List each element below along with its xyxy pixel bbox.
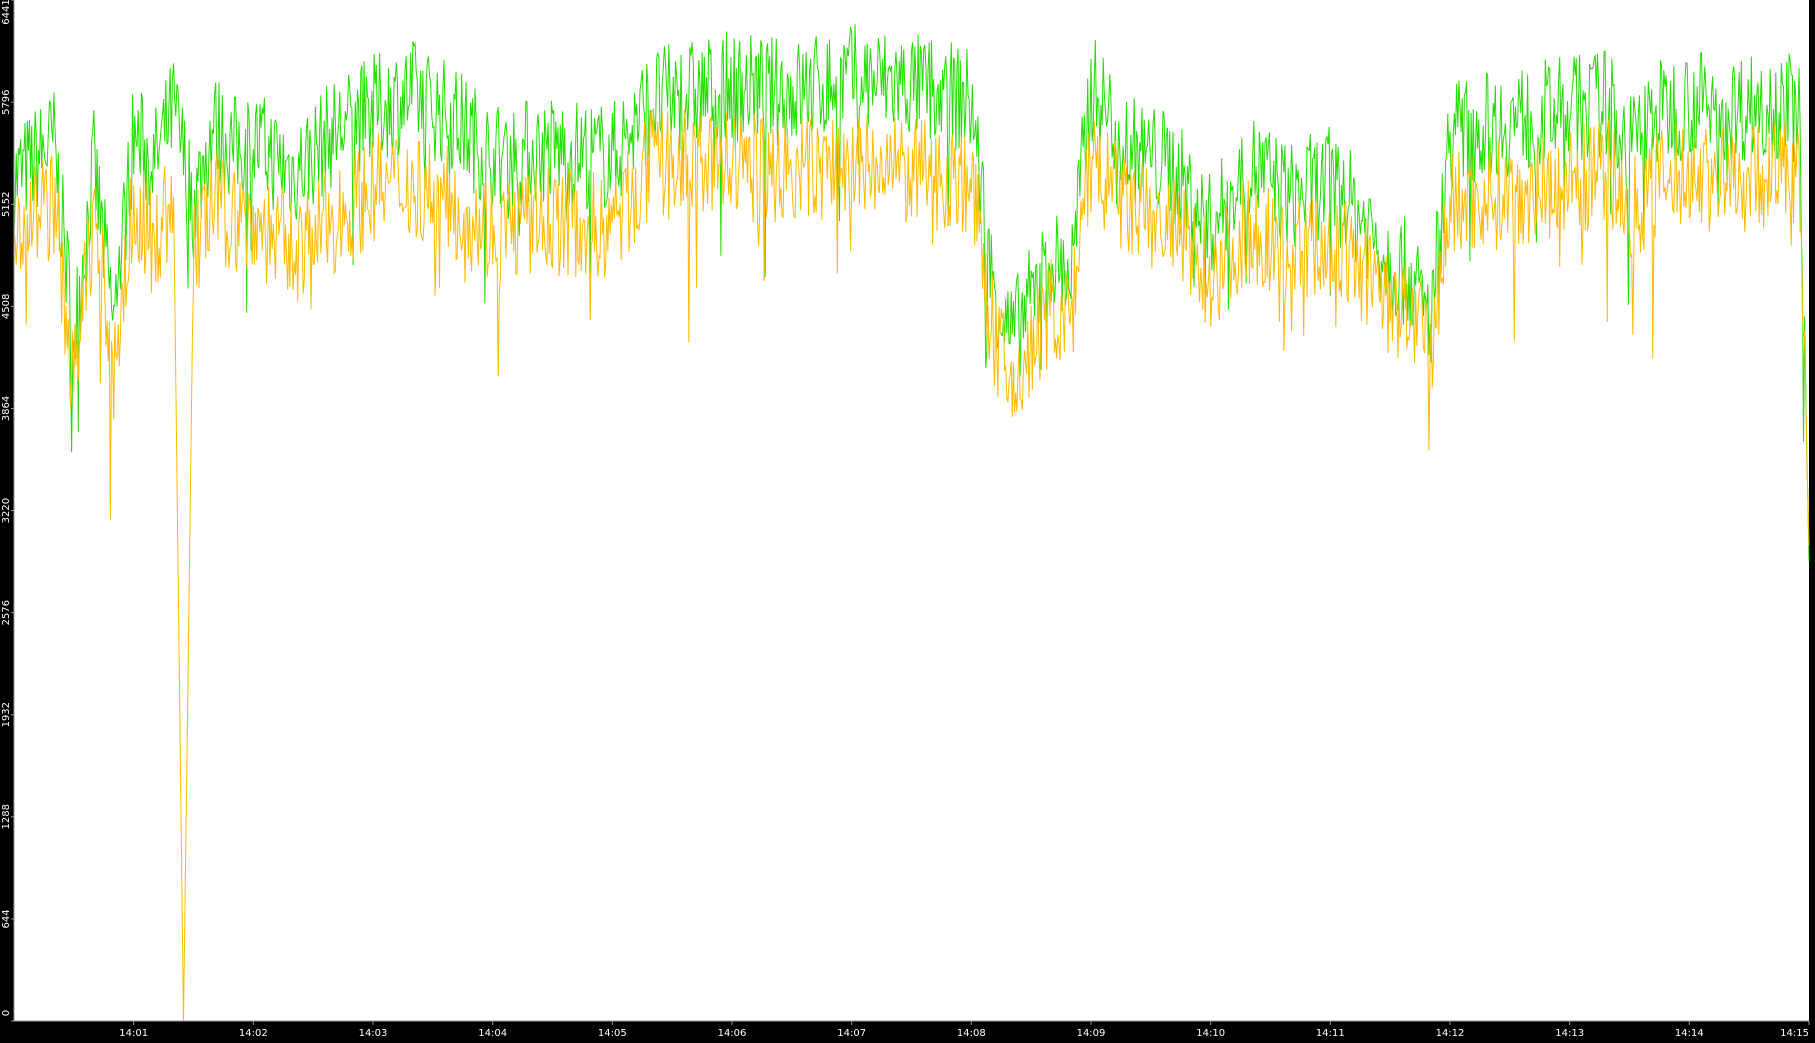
y-tick-label: 2576 (1, 600, 12, 625)
y-tick-label: 3864 (1, 396, 12, 421)
x-tick-label: 14:13 (1555, 1028, 1584, 1039)
y-tick-label: 1288 (1, 804, 12, 829)
y-tick-label: 6441 (1, 0, 12, 25)
x-tick-label: 14:07 (837, 1028, 866, 1039)
x-tick-label: 14:04 (478, 1028, 507, 1039)
x-tick-label: 14:01 (119, 1028, 148, 1039)
y-tick-label: 0 (1, 1010, 12, 1016)
x-axis: 14:01 14:02 14:03 14:04 14:05 14:06 14:07 14:08… (14, 1020, 1810, 1039)
x-tick-label: 14:15 (1780, 1028, 1809, 1039)
y-tick-label: 4508 (1, 294, 12, 319)
x-tick-label: 14:03 (359, 1028, 388, 1039)
chart-root: 0 644 1288 1932 2576 3220 3864 4508 5152 5796 6441… (0, 0, 1815, 1039)
x-tick-label: 14:12 (1436, 1028, 1465, 1039)
y-tick-label: 1932 (1, 702, 12, 727)
y-axis: 0 644 1288 1932 2576 3220 3864 4508 5152 5796 6441 (1, 0, 15, 1022)
x-tick-label: 14:08 (957, 1028, 986, 1039)
y-tick-label: 5152 (1, 192, 12, 217)
line-chart: 0 644 1288 1932 2576 3220 3864 4508 5152 5796 6441… (1, 0, 1810, 1039)
y-tick-label: 3220 (1, 498, 12, 523)
x-tick-label: 14:06 (718, 1028, 747, 1039)
x-tick-label: 14:11 (1316, 1028, 1345, 1039)
x-tick-label: 14:10 (1196, 1028, 1225, 1039)
x-tick-label: 14:02 (239, 1028, 268, 1039)
y-tick-label: 644 (1, 909, 12, 928)
y-tick-label: 5796 (1, 89, 12, 114)
x-tick-label: 14:09 (1077, 1028, 1106, 1039)
x-tick-label: 14:05 (598, 1028, 627, 1039)
x-tick-label: 14:14 (1675, 1028, 1704, 1039)
